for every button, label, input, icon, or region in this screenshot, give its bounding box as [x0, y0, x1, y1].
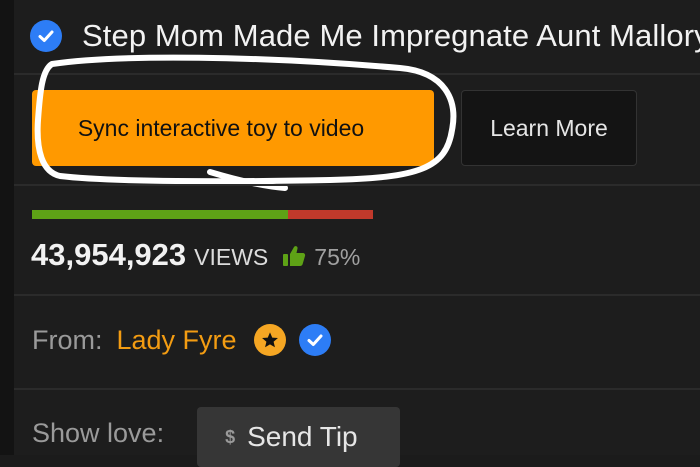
video-title-row: Step Mom Made Me Impregnate Aunt Mallory	[30, 14, 700, 58]
left-edge-strip	[0, 0, 14, 455]
sync-toy-button[interactable]: Sync interactive toy to video	[32, 90, 434, 166]
rating-percent: 75%	[314, 244, 361, 270]
show-love-label: Show love:	[32, 418, 165, 448]
dollar-icon: $	[225, 426, 236, 447]
learn-more-label: Learn More	[490, 114, 608, 141]
verified-check-icon	[298, 324, 331, 356]
rating-bar-positive	[32, 210, 288, 219]
send-tip-button[interactable]: $ Send Tip	[197, 407, 401, 467]
uploader-row: From: Lady Fyre	[32, 324, 331, 356]
divider	[14, 184, 700, 186]
thumbs-up-icon	[282, 245, 306, 272]
divider	[14, 294, 700, 296]
video-stats: 43,954,923 VIEWS 75%	[31, 237, 360, 273]
video-info-panel	[14, 0, 700, 455]
views-count: 43,954,923	[31, 237, 187, 272]
learn-more-button[interactable]: Learn More	[461, 90, 637, 166]
divider	[14, 388, 700, 390]
divider	[14, 73, 700, 75]
from-label: From:	[32, 324, 103, 355]
sync-toy-label: Sync interactive toy to video	[77, 114, 365, 141]
send-tip-label: Send Tip	[247, 421, 358, 452]
views-label: VIEWS	[194, 244, 269, 270]
uploader-name-link[interactable]: Lady Fyre	[117, 325, 237, 356]
star-badge-icon	[253, 324, 286, 356]
video-title: Step Mom Made Me Impregnate Aunt Mallory	[82, 18, 700, 53]
rating-bar	[32, 210, 373, 219]
verified-check-icon	[30, 20, 62, 52]
show-love-row: Show love: $ Send Tip	[32, 407, 401, 467]
